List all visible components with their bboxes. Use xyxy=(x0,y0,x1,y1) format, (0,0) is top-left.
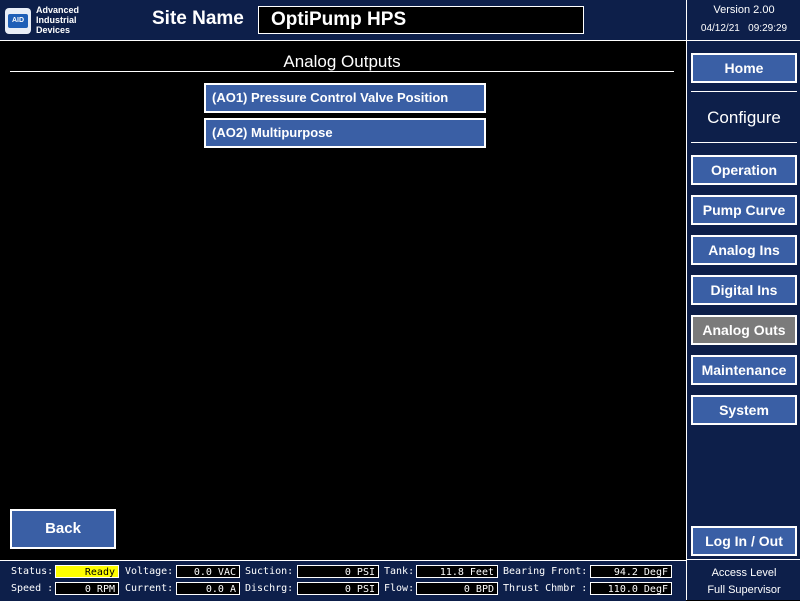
version-label: Version 2.00 xyxy=(713,4,775,16)
status-label: Status: xyxy=(11,566,54,577)
nav-system-button[interactable]: System xyxy=(691,395,797,425)
nav-analog-ins-button[interactable]: Analog Ins xyxy=(691,235,797,265)
nav-digital-ins-button[interactable]: Digital Ins xyxy=(691,275,797,305)
flow-label: Flow: xyxy=(384,583,415,594)
bearing-front-label: Bearing Front: xyxy=(503,566,588,577)
panel-divider xyxy=(687,559,800,560)
nav-analog-outs-button[interactable]: Analog Outs xyxy=(691,315,797,345)
header-bar: AID Advanced Industrial Devices Site Nam… xyxy=(0,0,686,41)
access-level-value: Full Supervisor xyxy=(707,584,781,596)
thrust-chamber-label: Thrust Chmbr : xyxy=(503,583,588,594)
logo-badge-text: AID xyxy=(8,14,28,28)
current-label: Current: xyxy=(125,583,174,594)
thrust-chamber-value: 110.0 DegF xyxy=(590,582,672,595)
voltage-value: 0.0 VAC xyxy=(176,565,240,578)
site-name-field[interactable]: OptiPump HPS xyxy=(258,6,584,34)
suction-value: 0 PSI xyxy=(297,565,379,578)
speed-label: Speed : xyxy=(11,583,54,594)
nav-operation-button[interactable]: Operation xyxy=(691,155,797,185)
datetime-display: 04/12/21 09:29:29 xyxy=(687,23,800,34)
voltage-label: Voltage: xyxy=(125,566,174,577)
company-logo: AID Advanced Industrial Devices xyxy=(5,5,91,35)
status-value: Ready xyxy=(55,565,119,578)
access-level-label: Access Level xyxy=(711,567,777,579)
ao1-button[interactable]: (AO1) Pressure Control Valve Position xyxy=(204,83,486,113)
ao2-button[interactable]: (AO2) Multipurpose xyxy=(204,118,486,148)
right-nav-panel: Version 2.00 04/12/21 09:29:29 Home Conf… xyxy=(686,0,800,600)
date-value: 04/12/21 xyxy=(700,23,740,34)
panel-divider xyxy=(687,40,800,41)
status-bar: Status: Ready Voltage: 0.0 VAC Suction: … xyxy=(0,560,686,601)
speed-value: 0 RPM xyxy=(55,582,119,595)
logo-line-2: Industrial xyxy=(36,15,77,25)
title-divider xyxy=(10,71,674,72)
back-button[interactable]: Back xyxy=(10,509,116,549)
access-level-display: Access Level Full Supervisor xyxy=(687,565,800,599)
site-name-value: OptiPump HPS xyxy=(271,9,407,30)
discharge-value: 0 PSI xyxy=(297,582,379,595)
discharge-label: Dischrg: xyxy=(245,583,294,594)
tank-value: 11.8 Feet xyxy=(416,565,498,578)
suction-label: Suction: xyxy=(245,566,294,577)
logo-line-3: Devices xyxy=(36,25,71,35)
current-value: 0.0 A xyxy=(176,582,240,595)
logo-line-1: Advanced xyxy=(36,5,80,15)
flow-value: 0 BPD xyxy=(416,582,498,595)
nav-maintenance-button[interactable]: Maintenance xyxy=(691,355,797,385)
time-value: 09:29:29 xyxy=(748,23,788,34)
home-button[interactable]: Home xyxy=(691,53,797,83)
site-name-label: Site Name xyxy=(152,8,244,29)
page-title: Analog Outputs xyxy=(283,52,401,71)
configure-heading: Configure xyxy=(707,108,781,127)
bearing-front-value: 94.2 DegF xyxy=(590,565,672,578)
logo-text: Advanced Industrial Devices xyxy=(36,5,79,35)
tank-label: Tank: xyxy=(384,566,415,577)
logo-badge-icon: AID xyxy=(5,8,31,34)
nav-pump-curve-button[interactable]: Pump Curve xyxy=(691,195,797,225)
login-logout-button[interactable]: Log In / Out xyxy=(691,526,797,556)
panel-divider xyxy=(691,142,797,143)
panel-divider xyxy=(691,91,797,92)
